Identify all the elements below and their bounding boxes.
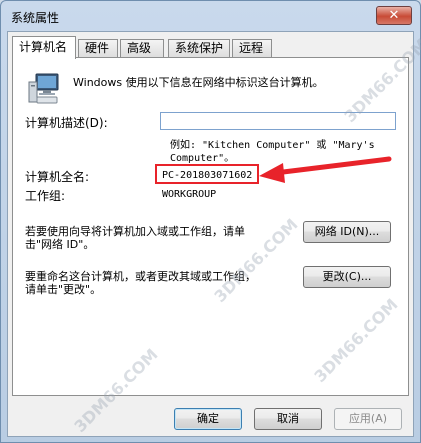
button-label: 确定 bbox=[197, 412, 219, 425]
cancel-button[interactable]: 取消 bbox=[254, 408, 322, 430]
tab-label: 系统保护 bbox=[175, 41, 224, 55]
rename-text-line2: 请单击"更改"。 bbox=[25, 283, 102, 296]
button-label: 取消 bbox=[277, 412, 299, 425]
tab-advanced[interactable]: 高级 bbox=[120, 39, 164, 58]
close-button[interactable]: ✕ bbox=[376, 6, 412, 25]
button-label: 网络 ID(N)... bbox=[314, 225, 380, 238]
ok-button[interactable]: 确定 bbox=[174, 408, 242, 430]
system-properties-window: 系统属性 ✕ 计算机名 硬件 高级 系统保护 远程 Windows 使用以下信息 bbox=[0, 0, 421, 443]
annotation-arrow-icon bbox=[259, 156, 392, 183]
computer-description-input[interactable] bbox=[160, 112, 396, 130]
button-label: 应用(A) bbox=[348, 412, 388, 425]
window-title: 系统属性 bbox=[11, 11, 60, 25]
apply-button[interactable]: 应用(A) bbox=[334, 408, 402, 430]
tab-hardware[interactable]: 硬件 bbox=[78, 39, 118, 58]
button-label: 更改(C)... bbox=[322, 270, 372, 283]
computer-icon bbox=[28, 73, 59, 104]
network-id-button[interactable]: 网络 ID(N)... bbox=[303, 221, 391, 243]
tab-system-protection[interactable]: 系统保护 bbox=[168, 39, 230, 58]
full-name-label: 计算机全名: bbox=[25, 170, 90, 184]
example-text-line2: Computer"。 bbox=[170, 153, 235, 164]
annotation-highlight-box bbox=[155, 164, 259, 184]
dialog-client-area: 计算机名 硬件 高级 系统保护 远程 Windows 使用以下信息在网络中标识这… bbox=[7, 31, 414, 437]
workgroup-value: WORKGROUP bbox=[162, 189, 217, 200]
computer-description-label: 计算机描述(D): bbox=[25, 116, 108, 130]
change-button[interactable]: 更改(C)... bbox=[303, 266, 391, 288]
workgroup-label: 工作组: bbox=[25, 189, 66, 203]
tab-label: 高级 bbox=[127, 41, 152, 55]
tab-remote[interactable]: 远程 bbox=[232, 39, 272, 58]
close-icon: ✕ bbox=[388, 8, 400, 23]
network-id-text-line2: 击"网络 ID"。 bbox=[25, 238, 95, 251]
tab-label: 远程 bbox=[239, 41, 264, 55]
title-bar[interactable]: 系统属性 ✕ bbox=[1, 1, 420, 31]
info-text: Windows 使用以下信息在网络中标识这台计算机。 bbox=[73, 76, 324, 89]
tab-label: 计算机名 bbox=[19, 40, 68, 54]
tab-label: 硬件 bbox=[85, 41, 110, 55]
tab-computer-name[interactable]: 计算机名 bbox=[12, 36, 76, 59]
tab-panel-computer-name: Windows 使用以下信息在网络中标识这台计算机。 计算机描述(D): 例如:… bbox=[12, 57, 409, 396]
